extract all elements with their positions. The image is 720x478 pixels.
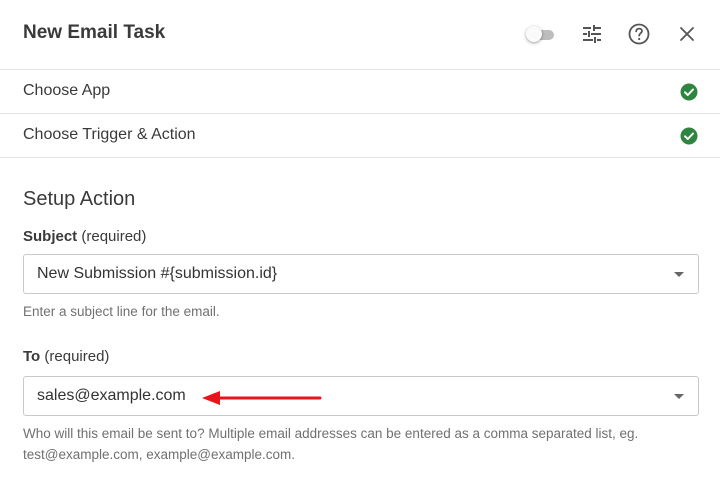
step-choose-app[interactable]: Choose App	[0, 70, 720, 114]
help-circle-icon[interactable]	[627, 22, 651, 46]
required-indicator: (required)	[44, 348, 110, 365]
subject-label: Subject (required)	[23, 228, 146, 245]
subject-select[interactable]: New Submission #{submission.id}	[23, 254, 699, 294]
step-choose-trigger-action[interactable]: Choose Trigger & Action	[0, 114, 720, 158]
dialog-header: New Email Task	[0, 0, 720, 70]
step-label: Choose App	[23, 82, 111, 99]
toggle-knob	[526, 26, 542, 42]
check-circle-icon	[680, 127, 698, 145]
dialog-title: New Email Task	[23, 22, 166, 43]
close-icon[interactable]	[675, 22, 699, 46]
required-indicator: (required)	[81, 228, 147, 245]
to-label: To (required)	[23, 348, 109, 365]
to-value: sales@example.com	[37, 387, 186, 404]
step-label: Choose Trigger & Action	[23, 126, 196, 143]
section-title: Setup Action	[23, 188, 136, 210]
subject-label-text: Subject	[23, 228, 78, 245]
to-label-text: To	[23, 348, 41, 365]
to-select[interactable]: sales@example.com	[23, 376, 699, 416]
check-circle-icon	[680, 83, 698, 101]
chevron-down-icon[interactable]	[674, 394, 684, 399]
subject-help-text: Enter a subject line for the email.	[23, 304, 220, 319]
annotation-arrow-icon	[202, 391, 322, 405]
enable-toggle[interactable]	[526, 26, 556, 42]
settings-sliders-icon[interactable]	[580, 22, 604, 46]
to-help-text: Who will this email be sent to? Multiple…	[23, 426, 639, 462]
subject-value: New Submission #{submission.id}	[37, 265, 278, 282]
chevron-down-icon[interactable]	[674, 272, 684, 277]
